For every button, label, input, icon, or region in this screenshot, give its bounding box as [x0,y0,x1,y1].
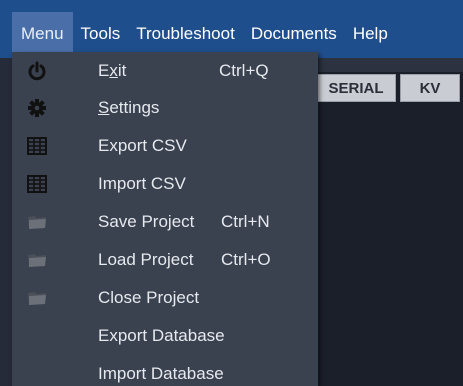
power-icon [26,60,48,82]
menu-item-label: Export CSV [98,136,187,155]
menu-item-label: Load Project [98,250,194,269]
menu-item-export-csv[interactable]: Export CSV [12,127,318,165]
shortcut-label: Ctrl+O [221,250,271,269]
menu-item-save-project[interactable]: Save Project Ctrl+N [12,203,318,241]
menubar-item-tools[interactable]: Tools [73,12,129,56]
menu-item-import-csv[interactable]: Import CSV [12,165,318,203]
menu-item-label: Settings [98,98,160,117]
shortcut-label: Ctrl+Q [219,61,269,80]
content-toolbar [300,58,463,72]
menubar-item-documents[interactable]: Documents [243,12,345,56]
menubar-item-menu[interactable]: Menu [12,12,73,56]
grid-icon [26,135,48,157]
tab-kv[interactable]: KV [400,74,460,102]
tab-strip: SERIAL KV [300,74,463,102]
folder-icon [26,211,48,233]
mnemonic-s: S [98,98,110,117]
mnemonic-x: x [109,61,118,80]
menu-item-load-project[interactable]: Load Project Ctrl+O [12,241,318,279]
menu-item-label: Exit [98,61,127,80]
folder-icon [26,249,48,271]
menu-item-exit[interactable]: Exit Ctrl+Q [12,52,318,90]
menu-item-close-project[interactable]: Close Project [12,279,318,317]
menu-item-label: Save Project [98,212,195,231]
menu-bar: Menu Tools Troubleshoot Documents Help [0,0,463,58]
main-content [300,58,463,386]
shortcut-label: Ctrl+N [221,212,270,231]
menu-item-settings[interactable]: Settings [12,89,318,127]
folder-icon [26,287,48,309]
menu-item-label: Close Project [98,288,200,307]
gear-icon [26,97,48,119]
menubar-item-troubleshoot[interactable]: Troubleshoot [128,12,243,56]
menu-item-import-database[interactable]: Import Database [12,355,318,386]
menu-item-label: Import CSV [98,174,186,193]
menu-item-export-database[interactable]: Export Database [12,317,318,355]
grid-icon [26,173,48,195]
menu-item-label: Export Database [98,326,225,345]
menubar-item-help[interactable]: Help [345,12,396,56]
menu-item-label: Import Database [98,364,224,383]
menu-dropdown: Exit Ctrl+Q Settings Export CSV Import C… [12,52,318,386]
